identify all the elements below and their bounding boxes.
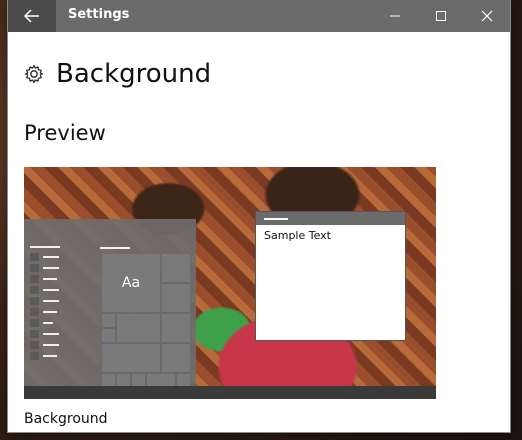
background-preview: Aa Sample Text	[24, 167, 436, 399]
list-item	[30, 264, 62, 272]
start-menu-header-line	[30, 246, 60, 248]
page-title: Background	[56, 59, 212, 89]
preview-heading: Preview	[24, 121, 106, 145]
settings-window: Settings Background Preview Aa Sample Te…	[8, 0, 510, 432]
title-bar: Settings	[8, 0, 510, 32]
preview-tile	[161, 283, 191, 313]
preview-tile	[116, 313, 161, 343]
list-item	[30, 308, 62, 316]
preview-tile	[116, 373, 131, 387]
preview-tile	[161, 253, 191, 283]
list-item	[30, 352, 62, 360]
sample-window-titlebar	[256, 212, 405, 225]
gear-icon	[24, 64, 44, 84]
start-menu-list	[30, 253, 62, 363]
preview-tile	[146, 373, 176, 387]
preview-tile	[101, 343, 161, 373]
minimize-button[interactable]	[372, 0, 418, 32]
back-button[interactable]	[8, 0, 56, 32]
preview-tile	[176, 373, 191, 387]
close-icon	[481, 10, 493, 22]
preview-sample-window: Sample Text	[255, 211, 406, 341]
preview-tile	[101, 373, 116, 387]
preview-start-menu: Aa	[24, 219, 196, 387]
page-header: Background	[24, 58, 211, 90]
preview-taskbar	[24, 386, 436, 399]
sample-window-accent-line	[264, 218, 288, 220]
preview-tile	[161, 343, 191, 373]
list-item	[30, 286, 62, 294]
preview-tile	[101, 328, 116, 343]
list-item	[30, 253, 62, 261]
app-title: Settings	[68, 7, 130, 22]
list-item	[30, 330, 62, 338]
preview-tile	[101, 313, 116, 328]
preview-tile	[131, 373, 146, 387]
background-setting-label: Background	[24, 411, 108, 427]
list-item	[30, 341, 62, 349]
close-button[interactable]	[464, 0, 510, 32]
maximize-button[interactable]	[418, 0, 464, 32]
sample-text: Sample Text	[264, 229, 331, 242]
list-item	[30, 275, 62, 283]
list-item	[30, 319, 62, 327]
tiles-header-line	[100, 247, 130, 249]
arrow-left-icon	[24, 9, 39, 23]
list-item	[30, 297, 62, 305]
start-menu-tiles: Aa	[100, 247, 191, 387]
preview-tile-aa: Aa	[102, 254, 160, 312]
minimize-icon	[390, 15, 400, 17]
preview-tile	[161, 313, 191, 343]
maximize-icon	[436, 11, 446, 21]
